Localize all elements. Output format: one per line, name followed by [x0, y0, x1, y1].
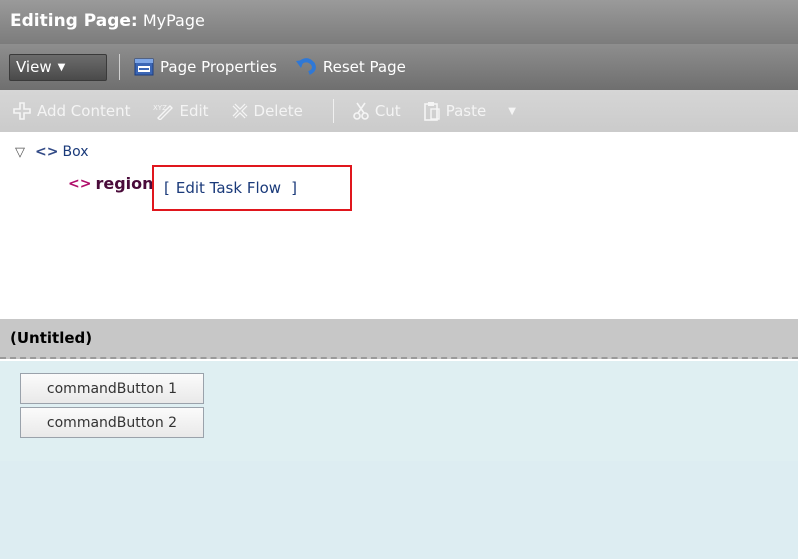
chevron-down-icon: ▼	[508, 105, 516, 117]
page-properties-button[interactable]: Page Properties	[134, 58, 277, 76]
edit-task-flow-link[interactable]: Edit Task Flow	[176, 179, 281, 197]
command-button-1[interactable]: commandButton 1	[20, 373, 204, 404]
edit-label: Edit	[179, 102, 209, 120]
panel-lower-area	[0, 461, 798, 559]
paste-icon	[423, 101, 441, 121]
panel-header: (Untitled)	[0, 319, 798, 359]
region-label: region	[95, 174, 154, 193]
edit-toolbar: Add Content XYZ Edit Delete Cut Paste ▼	[0, 90, 798, 132]
panel-title: (Untitled)	[10, 329, 93, 347]
toolbar-separator	[332, 99, 334, 123]
edit-button[interactable]: XYZ Edit	[152, 102, 209, 120]
page-properties-icon	[134, 58, 154, 76]
view-menu-button[interactable]: View ▼	[9, 53, 107, 81]
delete-icon	[231, 102, 249, 120]
title-prefix: Editing Page:	[10, 11, 138, 31]
edit-task-flow-highlight: [ Edit Task Flow ]	[152, 165, 352, 211]
box-label: Box	[62, 144, 89, 160]
page-name: MyPage	[142, 11, 205, 30]
paste-label: Paste	[445, 102, 487, 120]
menu-bar: View ▼ Page Properties Reset Page	[0, 44, 798, 90]
add-content-label: Add Content	[37, 102, 131, 120]
open-bracket: [	[164, 179, 170, 197]
add-icon	[12, 101, 32, 121]
region-component-icon: <>	[68, 175, 92, 192]
tree-node-box[interactable]: ▽ <> Box	[15, 144, 89, 160]
command-button-2[interactable]: commandButton 2	[20, 407, 204, 438]
tree-node-region[interactable]: <> region	[68, 174, 162, 193]
reset-page-label: Reset Page	[322, 58, 406, 76]
cut-button[interactable]: Cut	[352, 102, 401, 120]
menu-separator	[119, 54, 120, 80]
command-button-1-label: commandButton 1	[46, 380, 178, 397]
reset-page-button[interactable]: Reset Page	[295, 58, 406, 76]
reset-icon	[295, 58, 317, 76]
delete-label: Delete	[253, 102, 303, 120]
title-bar: Editing Page: MyPage	[0, 0, 798, 44]
edit-icon: XYZ	[152, 102, 174, 120]
component-icon: <>	[35, 144, 59, 160]
panel-body: commandButton 1 commandButton 2	[0, 361, 798, 559]
view-label: View	[16, 58, 52, 76]
toolbar-overflow-button[interactable]: ▼	[508, 106, 516, 117]
page-properties-label: Page Properties	[160, 58, 277, 76]
paste-button[interactable]: Paste	[423, 101, 487, 121]
scissors-icon	[352, 102, 370, 120]
cut-label: Cut	[374, 102, 401, 120]
chevron-down-icon: ▼	[57, 61, 66, 73]
command-button-2-label: commandButton 2	[46, 414, 178, 431]
add-content-button[interactable]: Add Content	[12, 101, 130, 121]
collapse-triangle-icon[interactable]: ▽	[15, 145, 25, 160]
close-bracket: ]	[291, 179, 297, 197]
delete-button[interactable]: Delete	[231, 102, 303, 120]
component-tree: ▽ <> Box <> region [ Edit Task Flow ]	[0, 132, 798, 298]
